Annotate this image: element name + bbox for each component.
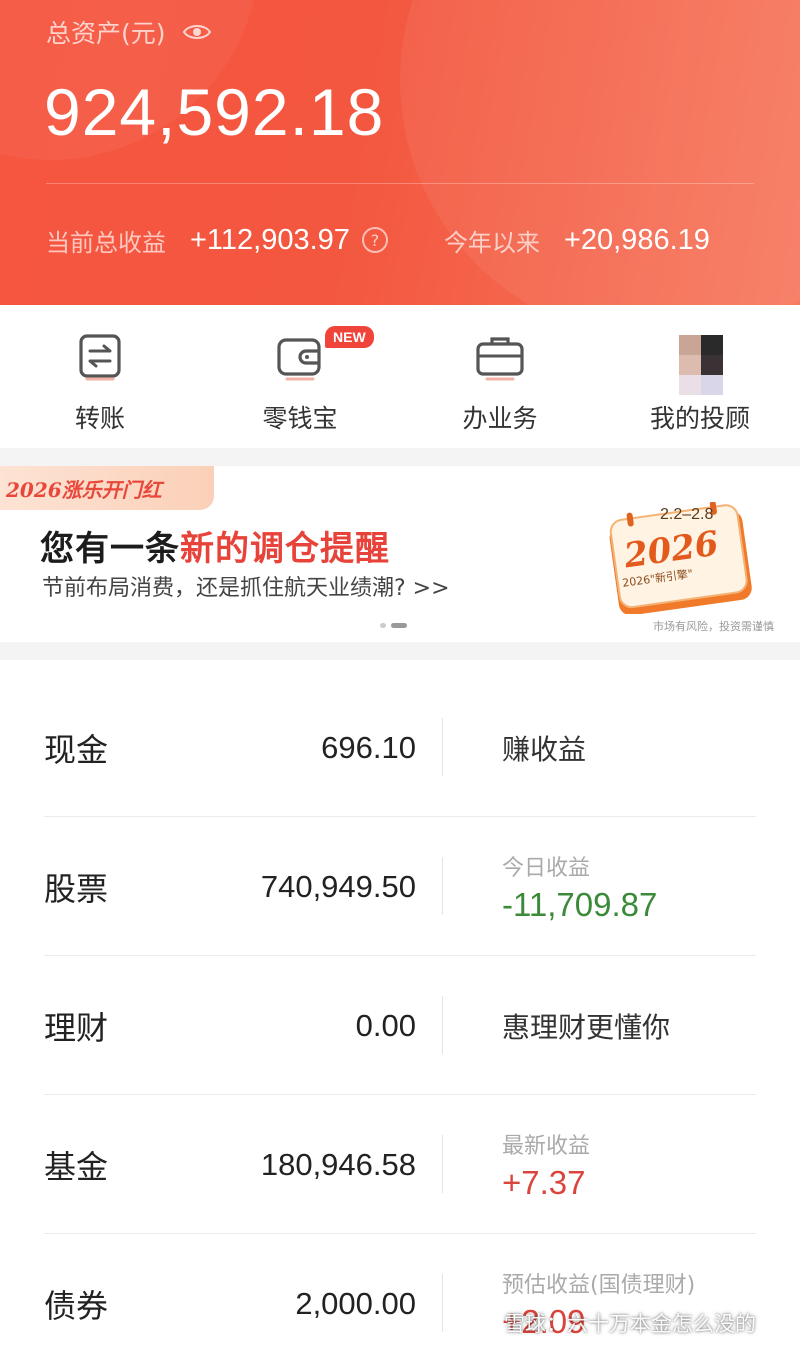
asset-amount: 0.00 [355,1007,416,1043]
transfer-icon [79,334,121,381]
ytd-profit-label: 今年以来 [443,228,540,257]
action-change-treasure[interactable]: NEW 零钱宝 [200,305,400,448]
action-business[interactable]: 办业务 [400,305,600,448]
asset-name: 债券 [44,1286,109,1325]
action-label: 我的投顾 [649,404,750,433]
column-divider [442,996,443,1054]
carousel-indicator [380,623,407,628]
total-assets-label-row: 总资产(元) [46,14,212,50]
asset-row-stocks[interactable]: 股票 740,949.50 今日收益 -11,709.87 [44,817,756,956]
banner-title-highlight: 新的调仓提醒 [180,529,390,569]
eye-icon[interactable] [182,17,212,47]
asset-right-label: 预估收益(国债理财) [502,1272,696,1298]
total-profit-value: +112,903.97 [190,223,350,256]
promo-banner[interactable]: 2026涨乐开门红 您有一条新的调仓提醒 节前布局消费，还是抓住航天业绩潮? >… [0,466,800,642]
profit-summary-row: 当前总收益 +112,903.97 ? 今年以来 +20,986.19 [46,222,754,258]
asset-row-wealth[interactable]: 理财 0.00 惠理财更懂你 [44,956,756,1095]
briefcase-icon [476,337,524,381]
banner-title: 您有一条新的调仓提醒 [40,521,390,570]
advisor-avatar[interactable] [679,335,723,395]
asset-amount: 2,000.00 [295,1285,416,1321]
header-decoration [400,0,800,305]
asset-right-value: -11,709.87 [502,885,658,923]
asset-right-label: 今日收益 [502,855,591,881]
banner-title-prefix: 您有一条 [40,529,180,569]
asset-name: 基金 [44,1147,109,1186]
asset-name: 现金 [44,730,109,769]
new-badge: NEW [325,326,374,348]
column-divider [442,857,443,915]
column-divider [442,1135,443,1193]
column-divider [442,718,443,776]
total-assets-value: 924,592.18 [44,75,385,149]
asset-name: 理财 [44,1008,109,1047]
ytd-profit-value: +20,986.19 [563,223,710,256]
asset-right-value: +7.37 [502,1163,586,1201]
snowball-logo-icon [475,1314,497,1331]
total-profit-label: 当前总收益 [46,228,166,257]
header-divider [46,183,754,184]
watermark: 雪球：六十万本金怎么没的 [474,1308,756,1338]
asset-row-funds[interactable]: 基金 180,946.58 最新收益 +7.37 [44,1095,756,1234]
risk-disclaimer: 市场有风险，投资需谨慎 [653,620,774,633]
asset-right-label: 最新收益 [502,1133,591,1159]
wallet-icon [277,338,321,381]
action-transfer[interactable]: 转账 [0,305,200,448]
calendar-dates: 2.2–2.8 [660,506,714,523]
asset-amount: 180,946.58 [260,1146,416,1182]
action-label: 办业务 [462,404,538,433]
total-assets-label: 总资产(元) [46,19,166,48]
question-icon[interactable]: ? [361,227,388,253]
asset-amount: 696.10 [321,729,416,765]
asset-list: 现金 696.10 赚收益 股票 740,949.50 今日收益 -11,709… [0,660,800,1351]
asset-right-text[interactable]: 赚收益 [502,728,586,768]
banner-subtitle[interactable]: 节前布局消费，还是抓住航天业绩潮? >> [42,570,450,602]
asset-summary-header: 总资产(元) 924,592.18 当前总收益 +112,903.97 ? 今年… [0,0,800,305]
banner-tag: 2026涨乐开门红 [0,466,214,510]
asset-amount: 740,949.50 [260,868,416,904]
asset-right-text[interactable]: 惠理财更懂你 [502,1006,670,1046]
action-label: 转账 [74,404,125,433]
watermark-text: 雪球：六十万本金怎么没的 [504,1312,756,1336]
column-divider [442,1274,443,1332]
action-label: 零钱宝 [262,404,338,433]
asset-row-cash[interactable]: 现金 696.10 赚收益 [44,678,756,817]
asset-name: 股票 [44,869,109,908]
